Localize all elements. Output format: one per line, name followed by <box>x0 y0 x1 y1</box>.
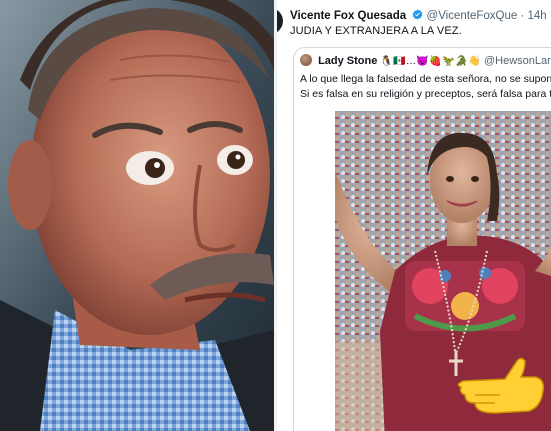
quoted-author-emojis: 🐧🇲🇽...😈🍓🦖🐊👋 <box>380 56 481 67</box>
tweet-screenshot: Vicente Fox Quesada @VicenteFoxQue · 14h… <box>277 0 551 431</box>
left-photo <box>0 0 274 431</box>
tweet-text: JUDIA Y EXTRANJERA A LA VEZ. <box>290 25 462 37</box>
quoted-author-name[interactable]: Lady Stone <box>318 55 377 67</box>
quoted-author-avatar[interactable] <box>300 54 312 66</box>
separator-dot: · <box>520 10 525 22</box>
quoted-tweet-text: A lo que llega la falsedad de esta señor… <box>300 72 551 101</box>
tweet-header: Vicente Fox Quesada @VicenteFoxQue · 14h <box>290 8 551 24</box>
quoted-tweet-header: Lady Stone 🐧🇲🇽...😈🍓🦖🐊👋 @HewsonLari · 1 <box>300 54 551 69</box>
man-portrait-image <box>0 0 274 431</box>
woman-rally-photo <box>335 111 551 431</box>
quoted-text-line-1: A lo que llega la falsedad de esta señor… <box>300 73 551 85</box>
author-avatar[interactable] <box>277 8 283 34</box>
tweet-timestamp[interactable]: 14h <box>528 10 547 22</box>
quoted-tweet-card[interactable]: Lady Stone 🐧🇲🇽...😈🍓🦖🐊👋 @HewsonLari · 1 A… <box>293 47 551 431</box>
quoted-text-line-2: Si es falsa en su religión y preceptos, … <box>300 87 551 100</box>
quoted-author-handle[interactable]: @HewsonLari · 1 <box>484 55 551 67</box>
quoted-tweet-image[interactable] <box>335 111 551 431</box>
author-handle[interactable]: @VicenteFoxQue <box>427 10 518 22</box>
verified-badge-icon <box>412 9 423 20</box>
author-name[interactable]: Vicente Fox Quesada <box>290 10 406 22</box>
